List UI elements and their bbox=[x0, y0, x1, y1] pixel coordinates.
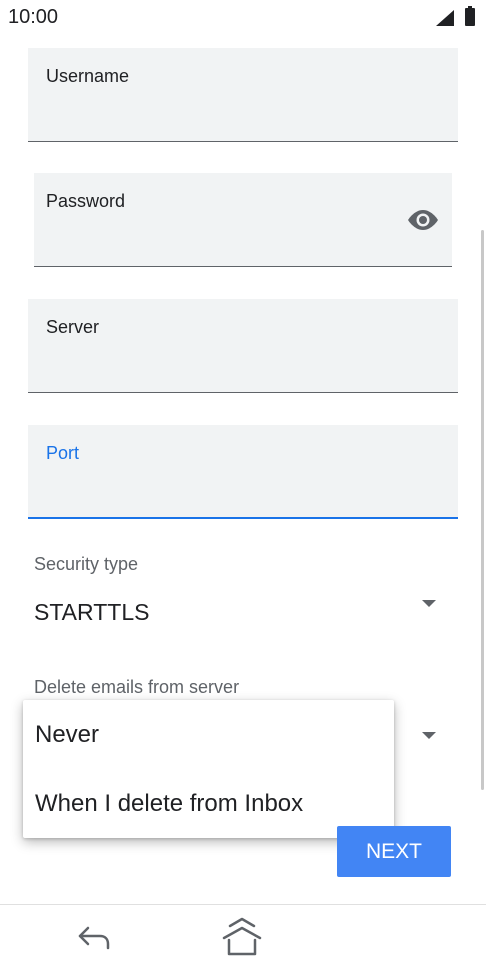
menu-option-never[interactable]: Never bbox=[35, 721, 99, 749]
scrollbar[interactable] bbox=[481, 230, 484, 790]
security-type-label: Security type bbox=[34, 554, 139, 574]
server-input[interactable] bbox=[46, 352, 440, 382]
server-label: Server bbox=[46, 317, 100, 337]
username-input[interactable] bbox=[46, 101, 440, 131]
delete-emails-menu: Never When I delete from Inbox bbox=[23, 700, 394, 838]
security-type-dropdown[interactable]: STARTTLS bbox=[34, 590, 452, 638]
nav-divider bbox=[0, 904, 486, 905]
username-field[interactable]: Username bbox=[28, 48, 458, 142]
arrow-drop-down-icon bbox=[422, 600, 436, 607]
back-icon[interactable] bbox=[74, 920, 114, 956]
port-label: Port bbox=[46, 443, 80, 463]
password-field[interactable]: Password bbox=[34, 173, 452, 267]
port-input[interactable] bbox=[46, 477, 440, 507]
username-label: Username bbox=[46, 66, 130, 86]
server-field[interactable]: Server bbox=[28, 299, 458, 393]
home-icon[interactable] bbox=[220, 916, 264, 958]
next-button[interactable]: NEXT bbox=[337, 826, 451, 877]
status-bar: 10:00 bbox=[0, 0, 486, 36]
menu-option-when-delete-from-inbox[interactable]: When I delete from Inbox bbox=[35, 790, 303, 818]
password-label: Password bbox=[46, 191, 126, 211]
port-field[interactable]: Port bbox=[28, 425, 458, 519]
signal-icon bbox=[436, 10, 454, 26]
delete-emails-label: Delete emails from server bbox=[34, 677, 240, 697]
battery-icon bbox=[465, 8, 475, 26]
password-input[interactable] bbox=[46, 226, 396, 256]
arrow-drop-down-icon bbox=[422, 732, 436, 739]
security-type-value: STARTTLS bbox=[34, 599, 150, 625]
eye-icon[interactable] bbox=[406, 207, 440, 233]
status-time: 10:00 bbox=[8, 6, 59, 28]
